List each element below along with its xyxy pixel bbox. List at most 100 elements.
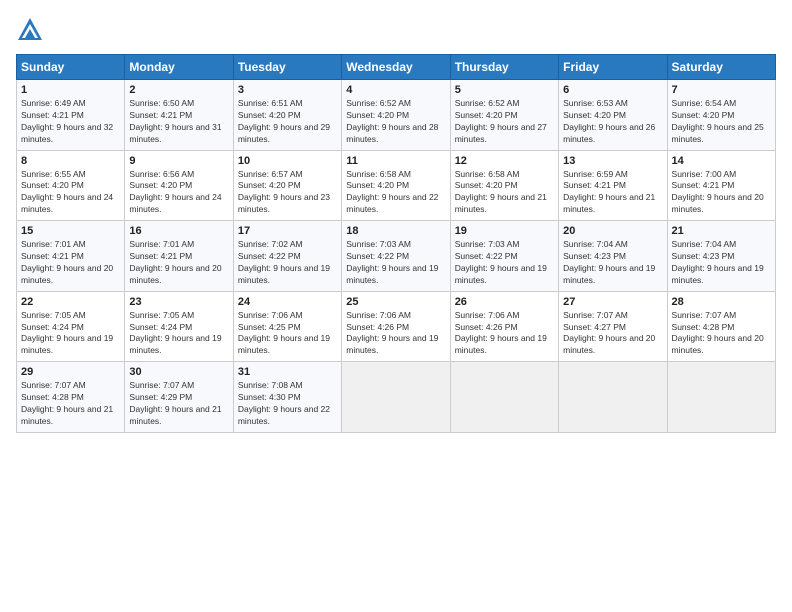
day-info: Sunrise: 6:58 AMSunset: 4:20 PMDaylight:… (346, 169, 445, 217)
day-number: 10 (238, 155, 337, 167)
day-number: 4 (346, 84, 445, 96)
calendar-cell: 2 Sunrise: 6:50 AMSunset: 4:21 PMDaylight… (125, 80, 233, 151)
day-number: 20 (563, 225, 662, 237)
day-number: 16 (129, 225, 228, 237)
day-number: 25 (346, 296, 445, 308)
calendar-cell: 7 Sunrise: 6:54 AMSunset: 4:20 PMDaylight… (667, 80, 775, 151)
day-info: Sunrise: 7:04 AMSunset: 4:23 PMDaylight:… (563, 239, 662, 287)
day-info: Sunrise: 7:07 AMSunset: 4:29 PMDaylight:… (129, 380, 228, 428)
calendar-cell: 13 Sunrise: 6:59 AMSunset: 4:21 PMDayligh… (559, 150, 667, 221)
day-number: 3 (238, 84, 337, 96)
day-info: Sunrise: 7:01 AMSunset: 4:21 PMDaylight:… (129, 239, 228, 287)
calendar-cell: 23Sunrise: 7:05 AMSunset: 4:24 PMDayligh… (125, 291, 233, 362)
header-row: SundayMondayTuesdayWednesdayThursdayFrid… (17, 55, 776, 80)
day-info: Sunrise: 6:52 AMSunset: 4:20 PMDaylight:… (455, 98, 554, 146)
calendar-cell: 29 Sunrise: 7:07 AMSunset: 4:28 PMDayligh… (17, 362, 125, 433)
header (16, 16, 776, 44)
logo-icon (16, 16, 44, 44)
day-number: 30 (129, 366, 228, 378)
day-number: 17 (238, 225, 337, 237)
calendar-cell: 17Sunrise: 7:02 AMSunset: 4:22 PMDayligh… (233, 221, 341, 292)
day-info: Sunrise: 6:53 AMSunset: 4:20 PMDaylight:… (563, 98, 662, 146)
day-number: 19 (455, 225, 554, 237)
day-info: Sunrise: 6:55 AMSunset: 4:20 PMDaylight:… (21, 169, 120, 217)
day-number: 27 (563, 296, 662, 308)
calendar-cell: 21 Sunrise: 7:04 AMSunset: 4:23 PMDayligh… (667, 221, 775, 292)
day-info: Sunrise: 6:58 AMSunset: 4:20 PMDaylight:… (455, 169, 554, 217)
day-number: 11 (346, 155, 445, 167)
day-number: 31 (238, 366, 337, 378)
day-number: 22 (21, 296, 120, 308)
calendar-cell: 20 Sunrise: 7:04 AMSunset: 4:23 PMDayligh… (559, 221, 667, 292)
calendar-cell: 5 Sunrise: 6:52 AMSunset: 4:20 PMDaylight… (450, 80, 558, 151)
day-number: 28 (672, 296, 771, 308)
day-info: Sunrise: 7:03 AMSunset: 4:22 PMDaylight:… (346, 239, 445, 287)
day-info: Sunrise: 6:50 AMSunset: 4:21 PMDaylight:… (129, 98, 228, 146)
day-number: 26 (455, 296, 554, 308)
calendar-cell: 4 Sunrise: 6:52 AMSunset: 4:20 PMDaylight… (342, 80, 450, 151)
day-info: Sunrise: 7:07 AMSunset: 4:28 PMDaylight:… (21, 380, 120, 428)
day-info: Sunrise: 6:56 AMSunset: 4:20 PMDaylight:… (129, 169, 228, 217)
day-info: Sunrise: 6:49 AMSunset: 4:21 PMDaylight:… (21, 98, 120, 146)
day-info: Sunrise: 6:51 AMSunset: 4:20 PMDaylight:… (238, 98, 337, 146)
header-day-monday: Monday (125, 55, 233, 80)
day-number: 18 (346, 225, 445, 237)
calendar-cell: 16 Sunrise: 7:01 AMSunset: 4:21 PMDayligh… (125, 221, 233, 292)
day-number: 9 (129, 155, 228, 167)
calendar-cell: 18 Sunrise: 7:03 AMSunset: 4:22 PMDayligh… (342, 221, 450, 292)
day-number: 24 (238, 296, 337, 308)
calendar-cell (342, 362, 450, 433)
calendar-cell: 6 Sunrise: 6:53 AMSunset: 4:20 PMDaylight… (559, 80, 667, 151)
week-row-2: 8 Sunrise: 6:55 AMSunset: 4:20 PMDaylight… (17, 150, 776, 221)
week-row-3: 15Sunrise: 7:01 AMSunset: 4:21 PMDayligh… (17, 221, 776, 292)
day-info: Sunrise: 7:03 AMSunset: 4:22 PMDaylight:… (455, 239, 554, 287)
header-day-saturday: Saturday (667, 55, 775, 80)
calendar-cell: 30 Sunrise: 7:07 AMSunset: 4:29 PMDayligh… (125, 362, 233, 433)
day-info: Sunrise: 7:01 AMSunset: 4:21 PMDaylight:… (21, 239, 120, 287)
day-number: 14 (672, 155, 771, 167)
page: SundayMondayTuesdayWednesdayThursdayFrid… (0, 0, 792, 612)
calendar-cell: 26 Sunrise: 7:06 AMSunset: 4:26 PMDayligh… (450, 291, 558, 362)
header-day-sunday: Sunday (17, 55, 125, 80)
day-number: 2 (129, 84, 228, 96)
calendar-cell: 27 Sunrise: 7:07 AMSunset: 4:27 PMDayligh… (559, 291, 667, 362)
day-info: Sunrise: 7:06 AMSunset: 4:25 PMDaylight:… (238, 310, 337, 358)
calendar-cell: 12 Sunrise: 6:58 AMSunset: 4:20 PMDayligh… (450, 150, 558, 221)
day-number: 12 (455, 155, 554, 167)
day-number: 1 (21, 84, 120, 96)
calendar-cell: 11 Sunrise: 6:58 AMSunset: 4:20 PMDayligh… (342, 150, 450, 221)
calendar-header: SundayMondayTuesdayWednesdayThursdayFrid… (17, 55, 776, 80)
day-info: Sunrise: 6:54 AMSunset: 4:20 PMDaylight:… (672, 98, 771, 146)
calendar-cell: 10Sunrise: 6:57 AMSunset: 4:20 PMDayligh… (233, 150, 341, 221)
day-number: 5 (455, 84, 554, 96)
calendar-cell: 15Sunrise: 7:01 AMSunset: 4:21 PMDayligh… (17, 221, 125, 292)
calendar-cell: 28Sunrise: 7:07 AMSunset: 4:28 PMDayligh… (667, 291, 775, 362)
day-info: Sunrise: 7:07 AMSunset: 4:27 PMDaylight:… (563, 310, 662, 358)
calendar-cell: 3 Sunrise: 6:51 AMSunset: 4:20 PMDaylight… (233, 80, 341, 151)
calendar-cell: 19 Sunrise: 7:03 AMSunset: 4:22 PMDayligh… (450, 221, 558, 292)
calendar-body: 1 Sunrise: 6:49 AMSunset: 4:21 PMDaylight… (17, 80, 776, 433)
calendar-cell (667, 362, 775, 433)
day-number: 7 (672, 84, 771, 96)
day-number: 29 (21, 366, 120, 378)
day-info: Sunrise: 6:52 AMSunset: 4:20 PMDaylight:… (346, 98, 445, 146)
day-info: Sunrise: 7:06 AMSunset: 4:26 PMDaylight:… (455, 310, 554, 358)
day-info: Sunrise: 7:05 AMSunset: 4:24 PMDaylight:… (21, 310, 120, 358)
calendar-cell: 31Sunrise: 7:08 AMSunset: 4:30 PMDayligh… (233, 362, 341, 433)
day-number: 13 (563, 155, 662, 167)
week-row-1: 1 Sunrise: 6:49 AMSunset: 4:21 PMDaylight… (17, 80, 776, 151)
day-number: 21 (672, 225, 771, 237)
day-info: Sunrise: 6:59 AMSunset: 4:21 PMDaylight:… (563, 169, 662, 217)
day-number: 6 (563, 84, 662, 96)
logo (16, 16, 48, 44)
week-row-5: 29 Sunrise: 7:07 AMSunset: 4:28 PMDayligh… (17, 362, 776, 433)
day-info: Sunrise: 7:04 AMSunset: 4:23 PMDaylight:… (672, 239, 771, 287)
day-number: 8 (21, 155, 120, 167)
header-day-friday: Friday (559, 55, 667, 80)
calendar-table: SundayMondayTuesdayWednesdayThursdayFrid… (16, 54, 776, 433)
day-info: Sunrise: 7:05 AMSunset: 4:24 PMDaylight:… (129, 310, 228, 358)
calendar-cell: 24 Sunrise: 7:06 AMSunset: 4:25 PMDayligh… (233, 291, 341, 362)
day-info: Sunrise: 7:00 AMSunset: 4:21 PMDaylight:… (672, 169, 771, 217)
calendar-cell (559, 362, 667, 433)
header-day-tuesday: Tuesday (233, 55, 341, 80)
